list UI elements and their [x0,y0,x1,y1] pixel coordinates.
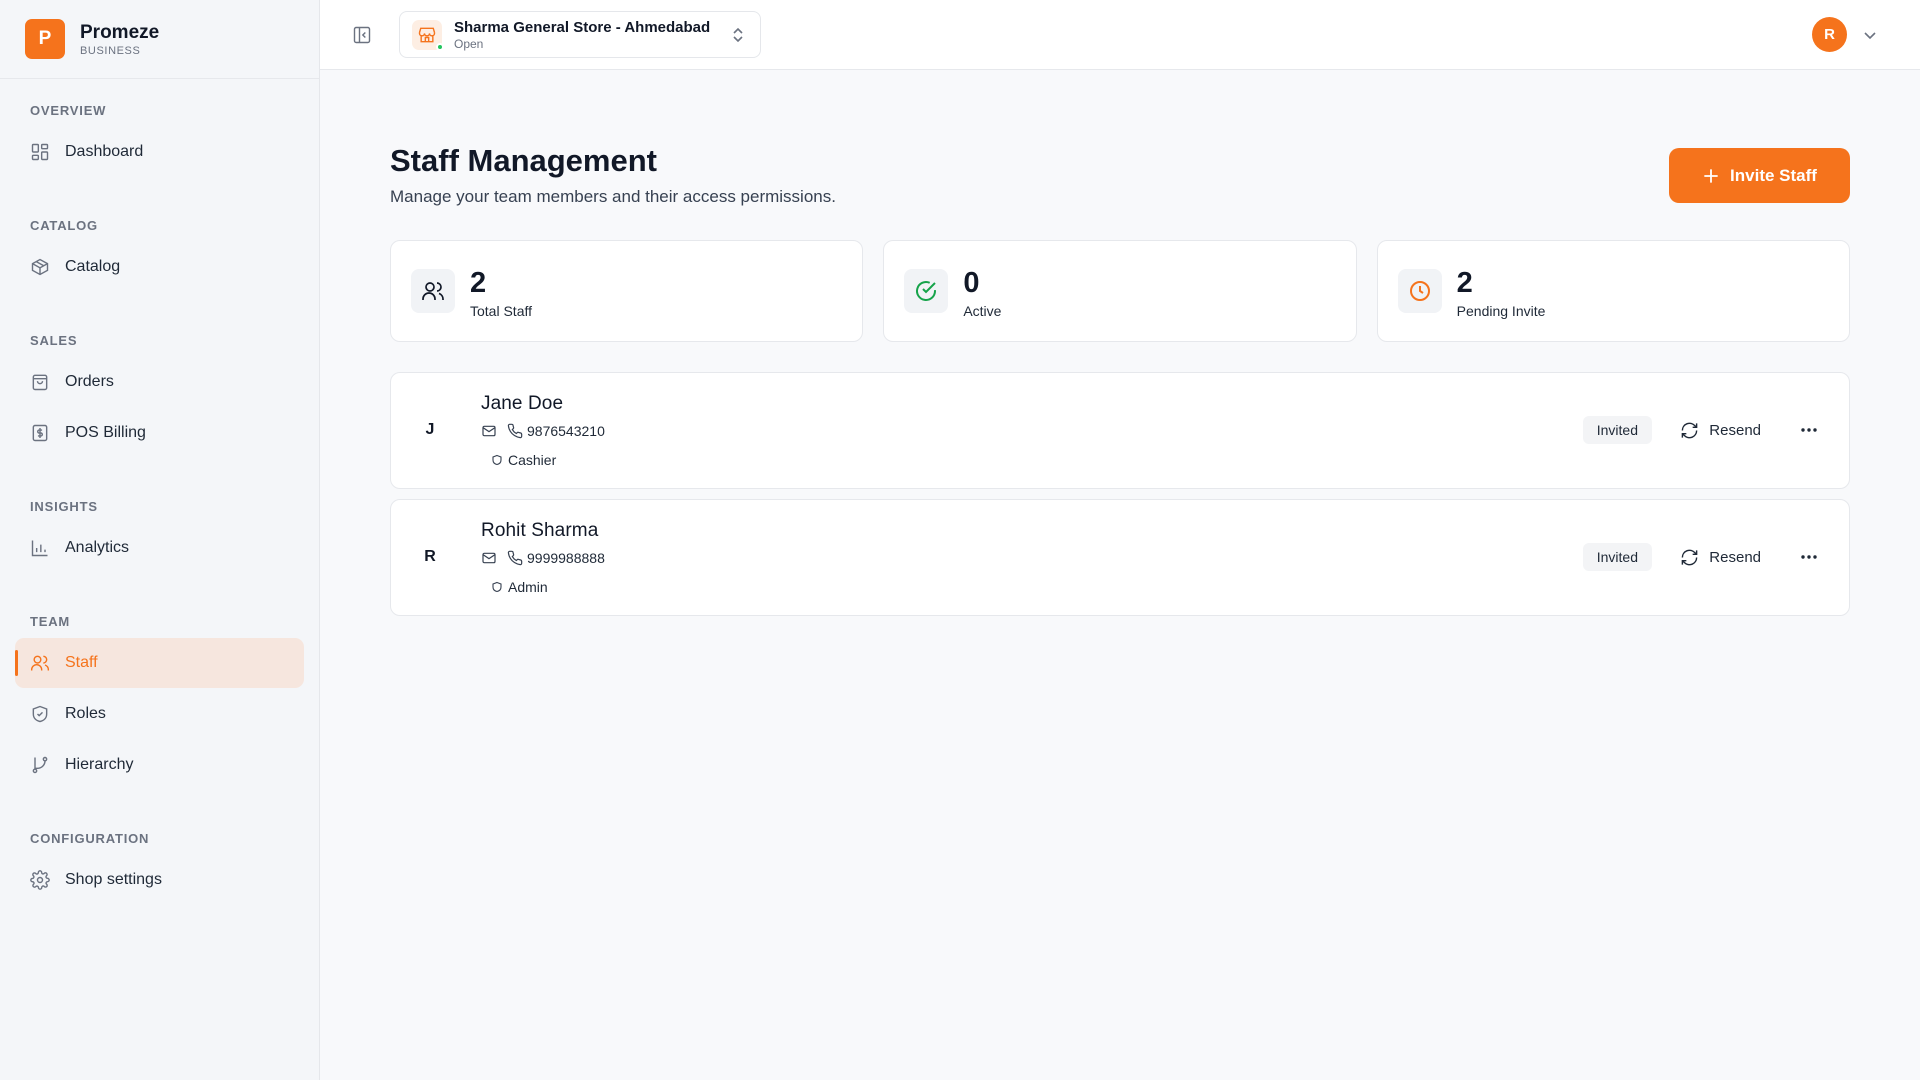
staff-name: Jane Doe [481,393,564,414]
stat-value: 2 [1456,267,1473,299]
sidebar-toggle-icon[interactable] [352,25,372,45]
stat-card-pending-invite: 2 Pending Invite [1376,240,1850,342]
more-options-icon[interactable] [1799,420,1819,440]
shield-icon [32,705,48,723]
stat-label: Total Staff [470,303,533,319]
sidebar-item-orders[interactable]: Orders [15,357,304,407]
avatar: R [424,548,436,565]
store-name: Sharma General Store - Ahmedabad [454,18,711,36]
stat-card-active: 0 Active [883,240,1357,342]
staff-role: Admin [491,579,548,595]
resend-label: Resend [1709,548,1761,566]
brand-logo: P [25,19,65,59]
status-badge: Invited [1582,416,1652,444]
refresh-icon [1681,549,1698,565]
staff-phone: 9999988888 [527,550,605,566]
sidebar-item-label: Catalog [65,258,121,275]
staff-role-label: Admin [508,579,548,595]
stat-card-total-staff: 2 Total Staff [390,240,864,342]
staff-contact: 9876543210 [481,423,605,439]
sidebar-nav: OVERVIEW Dashboard CATALOG Catalog SALES… [0,79,319,905]
store-open-indicator [436,42,444,51]
store-status: Open [454,36,484,51]
staff-contact: 9999988888 [481,550,605,566]
brand-subtitle: BUSINESS [80,44,141,57]
topbar: Sharma General Store - Ahmedabad Open R [320,0,1920,70]
sidebar-item-label: POS Billing [65,424,146,441]
store-switcher[interactable]: Sharma General Store - Ahmedabad Open [399,11,761,58]
invite-staff-button[interactable]: Invite Staff [1669,148,1850,203]
staff-row[interactable]: R Rohit Sharma 9999988888 Admin Invited … [390,499,1850,616]
section-insights: INSIGHTS [30,498,98,514]
chevron-up-down-icon [733,27,743,43]
sidebar-item-label: Dashboard [65,143,144,160]
box-icon [31,258,49,276]
sidebar-item-label: Orders [65,373,114,390]
store-icon [412,19,444,51]
staff-phone: 9876543210 [527,423,605,439]
stat-value: 2 [470,267,487,299]
users-icon [411,269,455,313]
invite-staff-label: Invite Staff [1730,165,1817,185]
sidebar-item-dashboard[interactable]: Dashboard [15,127,304,177]
brand[interactable]: P Promeze BUSINESS [0,0,319,79]
staff-list: J Jane Doe 9876543210 Cashier Invited Re… [390,372,1850,626]
section-configuration: CONFIGURATION [30,830,150,846]
clock-icon [1397,269,1442,313]
sidebar-item-analytics[interactable]: Analytics [15,523,304,573]
mail-icon [482,425,496,437]
plus-icon [1704,168,1718,183]
stats-row: 2 Total Staff 0 Active 2 Pending Invite [390,240,1850,342]
sidebar-item-roles[interactable]: Roles [15,689,304,739]
section-overview: OVERVIEW [30,102,107,118]
page-title: Staff Management [390,143,657,178]
section-catalog: CATALOG [30,217,98,233]
staff-role-label: Cashier [508,452,557,468]
section-team: TEAM [30,613,71,629]
sidebar-item-label: Roles [65,705,106,722]
bag-icon [32,374,48,391]
sidebar-item-pos-billing[interactable]: POS Billing [15,408,304,458]
resend-button[interactable]: Resend [1680,416,1761,444]
refresh-icon [1681,422,1698,438]
stat-label: Pending Invite [1456,303,1546,319]
user-avatar[interactable]: R [1812,17,1847,52]
staff-row[interactable]: J Jane Doe 9876543210 Cashier Invited Re… [390,372,1850,489]
stat-value: 0 [963,267,980,299]
stat-label: Active [963,303,1002,319]
sidebar: P Promeze BUSINESS OVERVIEW Dashboard CA… [0,0,320,1080]
brand-name: Promeze [80,21,160,43]
bar-chart-icon [31,540,48,557]
resend-label: Resend [1709,421,1761,439]
resend-button[interactable]: Resend [1680,543,1761,571]
sidebar-item-catalog[interactable]: Catalog [15,242,304,292]
check-circle-icon [904,269,949,313]
sidebar-item-label: Analytics [65,539,130,556]
sidebar-item-shop-settings[interactable]: Shop settings [15,855,304,905]
phone-icon [507,550,523,566]
staff-role: Cashier [491,452,556,468]
avatar: J [425,421,435,438]
users-icon [30,655,50,671]
sidebar-item-staff[interactable]: Staff [15,638,304,688]
grid-icon [31,143,49,161]
more-options-icon[interactable] [1799,547,1819,567]
receipt-icon [32,424,48,442]
sidebar-item-label: Hierarchy [65,756,134,773]
section-sales: SALES [30,332,78,348]
sidebar-item-hierarchy[interactable]: Hierarchy [15,740,304,790]
page-subtitle: Manage your team members and their acces… [390,187,836,206]
shield-icon [492,581,502,593]
phone-icon [507,423,523,439]
sidebar-item-label: Shop settings [65,871,162,888]
staff-name: Rohit Sharma [481,520,599,541]
gear-icon [30,870,50,890]
sidebar-item-label: Staff [65,654,98,671]
status-badge: Invited [1582,543,1652,571]
git-branch-icon [32,756,48,774]
mail-icon [482,552,496,564]
chevron-down-icon[interactable] [1862,27,1878,43]
shield-icon [492,454,502,466]
